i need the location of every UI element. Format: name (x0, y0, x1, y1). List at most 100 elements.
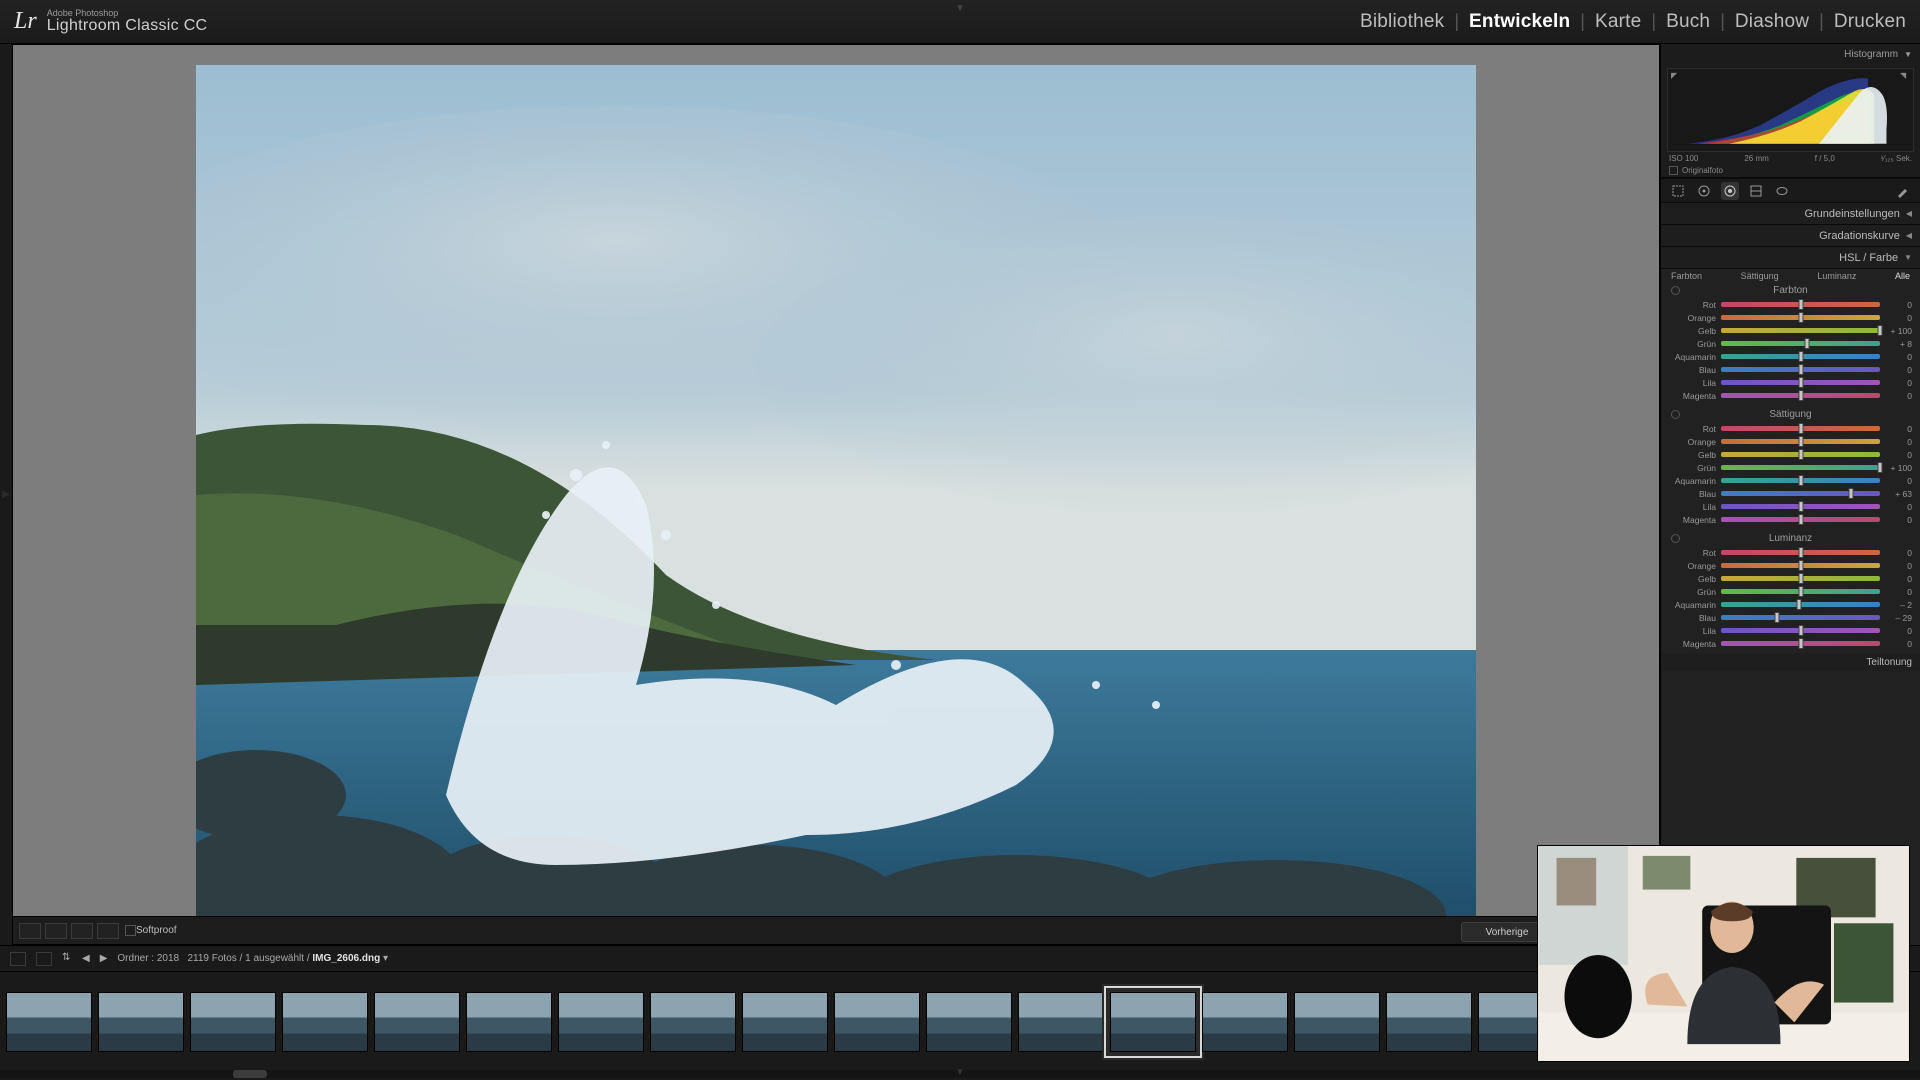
slider-sat-red: Rot 0 (1669, 422, 1912, 435)
filmstrip-thumb[interactable] (466, 992, 552, 1052)
tab-lum[interactable]: Luminanz (1817, 271, 1856, 281)
aperture-value: f / 5,0 (1815, 154, 1835, 163)
target-adjust-icon[interactable] (1671, 534, 1680, 543)
filmstrip-thumb[interactable] (1202, 992, 1288, 1052)
photo-canvas[interactable] (13, 45, 1659, 944)
slider-label: Rot (1669, 300, 1721, 310)
tonecurve-panel-header[interactable]: Gradationskurve ◀ (1661, 224, 1920, 246)
before-after-split-button[interactable] (97, 923, 119, 939)
slider-track[interactable] (1721, 550, 1880, 555)
radial-icon[interactable] (1773, 182, 1791, 200)
loupe-view-button[interactable] (19, 923, 41, 939)
histogram[interactable]: ◤ ◥ (1667, 68, 1914, 152)
basic-panel-header[interactable]: Grundeinstellungen ◀ (1661, 202, 1920, 224)
slider-track[interactable] (1721, 615, 1880, 620)
target-adjust-icon[interactable] (1671, 410, 1680, 419)
group-title-lum: Luminanz (1661, 529, 1920, 545)
slider-track[interactable] (1721, 328, 1880, 333)
left-panel-toggle[interactable]: ▶ (0, 44, 12, 945)
filmstrip-thumb[interactable] (282, 992, 368, 1052)
filmstrip-thumb[interactable] (1386, 992, 1472, 1052)
filmstrip-thumb[interactable] (1018, 992, 1104, 1052)
filmstrip-thumb[interactable] (1110, 992, 1196, 1052)
shadow-clip-icon[interactable]: ◤ (1671, 71, 1681, 81)
filmstrip-thumb[interactable] (374, 992, 460, 1052)
slider-track[interactable] (1721, 439, 1880, 444)
nav-fwd-icon[interactable]: ▶ (100, 953, 108, 964)
slider-track[interactable] (1721, 426, 1880, 431)
slider-track[interactable] (1721, 602, 1880, 607)
module-print[interactable]: Drucken (1834, 11, 1906, 33)
slider-track[interactable] (1721, 517, 1880, 522)
module-book[interactable]: Buch (1666, 11, 1710, 33)
crop-icon[interactable] (1669, 182, 1687, 200)
gradient-icon[interactable] (1747, 182, 1765, 200)
spot-icon[interactable] (1695, 182, 1713, 200)
slider-track[interactable] (1721, 576, 1880, 581)
slider-label: Magenta (1669, 639, 1721, 649)
filmstrip-thumb[interactable] (650, 992, 736, 1052)
slider-track[interactable] (1721, 589, 1880, 594)
slider-label: Orange (1669, 313, 1721, 323)
slider-lum-green: Grün 0 (1669, 585, 1912, 598)
slider-track[interactable] (1721, 393, 1880, 398)
nav-back-icon[interactable]: ◀ (82, 953, 90, 964)
slider-track[interactable] (1721, 465, 1880, 470)
slider-label: Rot (1669, 548, 1721, 558)
slider-track[interactable] (1721, 628, 1880, 633)
softproof-checkbox[interactable] (125, 925, 136, 936)
slider-track[interactable] (1721, 491, 1880, 496)
before-after-lr-button[interactable] (45, 923, 67, 939)
target-adjust-icon[interactable] (1671, 286, 1680, 295)
before-after-tb-button[interactable] (71, 923, 93, 939)
top-grip-icon[interactable]: ▼ (955, 3, 965, 14)
redeye-icon[interactable] (1721, 182, 1739, 200)
slider-track[interactable] (1721, 478, 1880, 483)
slider-track[interactable] (1721, 380, 1880, 385)
slider-track[interactable] (1721, 354, 1880, 359)
tab-sat[interactable]: Sättigung (1741, 271, 1779, 281)
slider-label: Gelb (1669, 574, 1721, 584)
module-slideshow[interactable]: Diashow (1735, 11, 1809, 33)
module-develop[interactable]: Entwickeln (1469, 11, 1570, 33)
slider-track[interactable] (1721, 315, 1880, 320)
slider-label: Aquamarin (1669, 476, 1721, 486)
slider-value: 0 (1880, 378, 1912, 388)
slider-track[interactable] (1721, 504, 1880, 509)
breadcrumb[interactable]: Ordner : 2018 2119 Fotos / 1 ausgewählt … (117, 953, 1607, 964)
slider-hue-blue: Blau 0 (1669, 363, 1912, 376)
slider-track[interactable] (1721, 641, 1880, 646)
filmstrip-thumb[interactable] (926, 992, 1012, 1052)
highlight-clip-icon[interactable]: ◥ (1900, 71, 1910, 81)
tab-hue[interactable]: Farbton (1671, 271, 1702, 281)
brush-icon[interactable] (1894, 182, 1912, 200)
histogram-header[interactable]: Histogramm ▼ (1661, 44, 1920, 64)
bottom-grip-icon[interactable]: ▼ (955, 1067, 965, 1078)
splittoning-header[interactable]: Teiltonung (1661, 653, 1920, 671)
filmstrip-thumb[interactable] (558, 992, 644, 1052)
original-checkbox[interactable] (1669, 166, 1678, 175)
slider-hue-red: Rot 0 (1669, 298, 1912, 311)
slider-track[interactable] (1721, 341, 1880, 346)
module-map[interactable]: Karte (1595, 11, 1641, 33)
filmstrip-thumb[interactable] (6, 992, 92, 1052)
filmstrip-thumb[interactable] (1294, 992, 1380, 1052)
logo-icon: Lr (14, 8, 37, 35)
hsl-panel-header[interactable]: HSL / Farbe ▼ (1661, 246, 1920, 268)
tab-all[interactable]: Alle (1895, 271, 1910, 281)
filmstrip-thumb[interactable] (190, 992, 276, 1052)
filmstrip-thumb[interactable] (98, 992, 184, 1052)
slider-track[interactable] (1721, 452, 1880, 457)
sort-icon[interactable]: ⇅ (62, 952, 72, 966)
module-library[interactable]: Bibliothek (1360, 11, 1444, 33)
second-monitor-icon[interactable] (10, 952, 26, 966)
grid-view-icon[interactable] (36, 952, 52, 966)
filmstrip-thumb[interactable] (742, 992, 828, 1052)
original-photo-row[interactable]: Originalfoto (1661, 164, 1920, 178)
filmstrip-thumb[interactable] (834, 992, 920, 1052)
slider-track[interactable] (1721, 367, 1880, 372)
slider-track[interactable] (1721, 302, 1880, 307)
slider-track[interactable] (1721, 563, 1880, 568)
slider-label: Lila (1669, 378, 1721, 388)
slider-value: + 8 (1880, 339, 1912, 349)
